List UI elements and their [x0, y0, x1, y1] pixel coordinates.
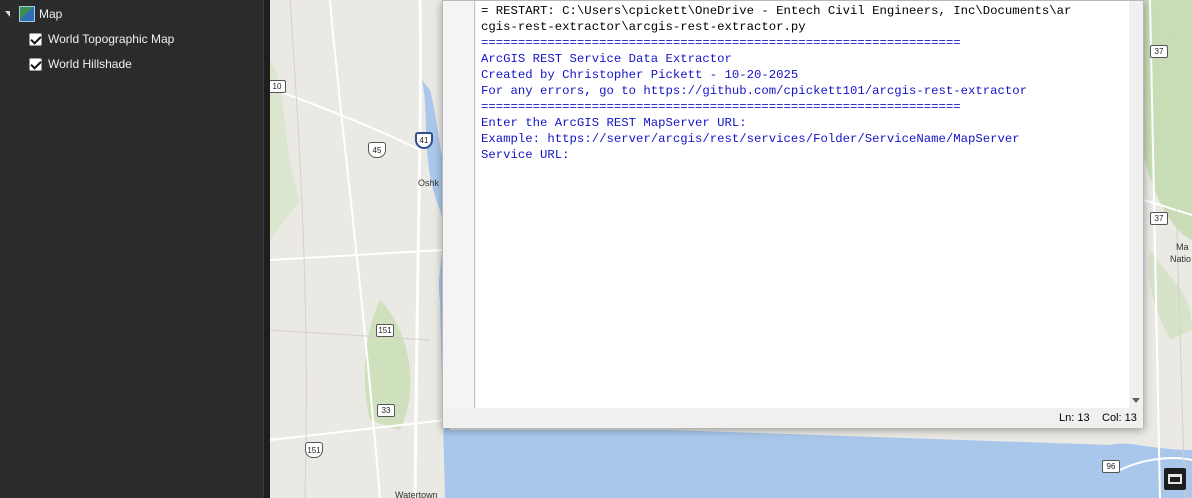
us-highway-shield: 151	[305, 442, 323, 458]
line-number-status: Ln: 13	[1059, 412, 1090, 424]
scroll-down-icon[interactable]	[1132, 398, 1140, 403]
state-highway-shield: 151	[376, 324, 394, 337]
shell-output-line: For any errors, go to https://github.com…	[481, 84, 1028, 98]
shell-output: = RESTART: C:\Users\cpickett\OneDrive - …	[476, 3, 1129, 163]
state-highway-shield: 37	[1150, 212, 1168, 225]
map-icon	[19, 6, 35, 22]
shell-status-bar: Ln: 13 Col: 13	[443, 408, 1143, 428]
expand-arrow-icon[interactable]	[4, 9, 14, 19]
shield-number: 37	[1154, 47, 1164, 56]
shield-number: 96	[1106, 462, 1116, 471]
pane-splitter[interactable]	[263, 0, 270, 498]
shell-text-area[interactable]: = RESTART: C:\Users\cpickett\OneDrive - …	[476, 1, 1129, 408]
shield-number: 151	[307, 445, 321, 455]
place-label: Ma	[1176, 242, 1189, 252]
shell-output-line: cgis-rest-extractor\arcgis-rest-extracto…	[481, 20, 806, 34]
state-highway-shield: 33	[377, 404, 395, 417]
state-highway-shield: 37	[1150, 45, 1168, 58]
basemap-gallery-button[interactable]	[1164, 468, 1186, 490]
shell-output-line: = RESTART: C:\Users\cpickett\OneDrive - …	[481, 4, 1072, 18]
place-label: Oshk	[418, 178, 440, 188]
shell-gutter	[443, 1, 475, 408]
place-label: Watertown	[395, 490, 438, 498]
shield-number: 45	[372, 145, 382, 155]
layer-label: World Topographic Map	[48, 32, 175, 46]
state-highway-shield: 96	[1102, 460, 1120, 473]
shell-output-line: ArcGIS REST Service Data Extractor	[481, 52, 732, 66]
python-shell-window: = RESTART: C:\Users\cpickett\OneDrive - …	[442, 0, 1144, 428]
state-highway-shield: 10	[270, 80, 286, 93]
shell-output-line: Example: https://server/arcgis/rest/serv…	[481, 132, 1020, 146]
shell-output-line: Enter the ArcGIS REST MapServer URL:	[481, 116, 747, 130]
shield-number: 151	[378, 326, 392, 335]
contents-pane: Map World Topographic Map World Hillshad…	[0, 0, 263, 498]
place-label: Natio	[1170, 254, 1192, 264]
layer-label: World Hillshade	[48, 57, 132, 71]
tree-node-map[interactable]: Map	[4, 4, 62, 24]
shield-number: 33	[381, 406, 391, 415]
vertical-scrollbar[interactable]	[1129, 1, 1143, 408]
shield-number: 37	[1154, 214, 1164, 223]
shield-number: 41	[419, 136, 429, 145]
layer-item-hillshade[interactable]: World Hillshade	[29, 54, 132, 74]
layer-visibility-checkbox[interactable]	[29, 32, 42, 46]
map-toolbar-icon	[1168, 474, 1182, 484]
shell-output-line: ========================================…	[481, 100, 961, 114]
map-node-label: Map	[39, 7, 63, 21]
shell-output-line: ========================================…	[481, 36, 961, 50]
shield-number: 10	[272, 82, 282, 91]
shell-output-line: Service URL:	[481, 148, 570, 162]
column-number-status: Col: 13	[1102, 412, 1137, 424]
us-highway-shield: 45	[368, 142, 386, 158]
layer-item-topographic[interactable]: World Topographic Map	[29, 29, 174, 49]
layer-visibility-checkbox[interactable]	[29, 57, 42, 71]
shell-output-line: Created by Christopher Pickett - 10-20-2…	[481, 68, 799, 82]
